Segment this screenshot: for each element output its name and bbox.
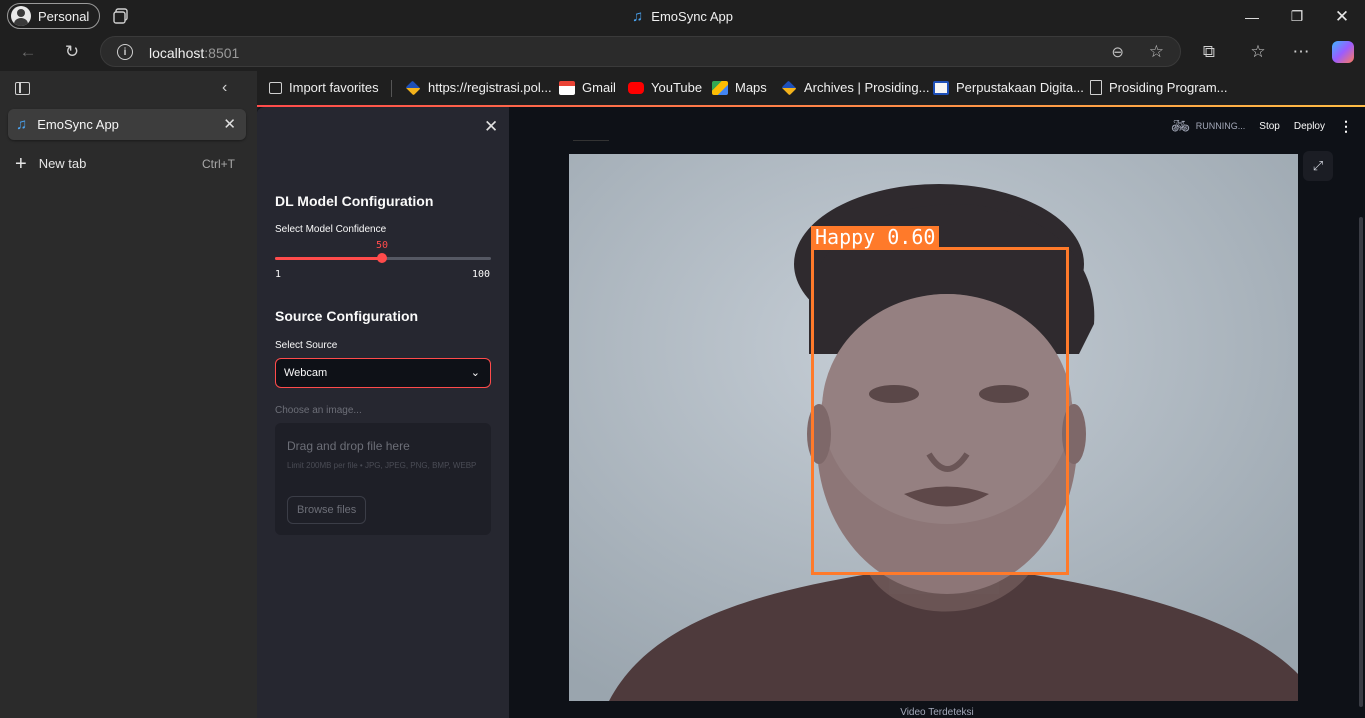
main-scrollbar[interactable] — [1359, 217, 1363, 707]
address-bar[interactable]: i localhost:8501 ⊖ ☆ — [100, 36, 1181, 67]
confidence-min: 1 — [275, 269, 282, 280]
app-main: 🚲︎ RUNNING... Stop Deploy ⋮ Happy 0.60 ⤢… — [509, 107, 1365, 718]
zoom-icon[interactable]: ⊖ — [1111, 43, 1124, 61]
more-menu-icon[interactable]: ⋯ — [1286, 37, 1316, 67]
favorite-import[interactable]: Import favorites — [269, 80, 379, 95]
back-button[interactable]: ← — [13, 37, 43, 67]
vertical-tabs-panel: ‹ ♫ EmoSync App ✕ + New tab Ctrl+T — [0, 71, 257, 718]
bicycle-icon: 🚲︎ — [1170, 118, 1190, 135]
app-status-bar: 🚲︎ RUNNING... Stop Deploy ⋮ — [1170, 117, 1353, 136]
extensions-icon[interactable]: ⧉ — [1194, 37, 1224, 67]
page-content: ✕ DL Model Configuration Select Model Co… — [257, 105, 1365, 718]
fullscreen-icon[interactable]: ⤢ — [1303, 151, 1333, 181]
stop-button[interactable]: Stop — [1259, 121, 1280, 132]
confidence-max: 100 — [472, 269, 491, 280]
choose-image-label: Choose an image... — [275, 405, 362, 416]
favorite-archives[interactable]: Archives | Prosiding... — [781, 80, 929, 95]
confidence-value: 50 — [376, 240, 389, 251]
plus-icon: + — [15, 152, 27, 175]
detection-box — [811, 247, 1069, 575]
slider-thumb[interactable] — [377, 253, 387, 263]
favorites-separator — [391, 80, 392, 97]
browser-toolbar: ← ↻ i localhost:8501 ⊖ ☆ ⧉ ☆ ⋯ — [0, 33, 1365, 71]
source-label: Select Source — [275, 340, 338, 351]
slider-fill — [275, 257, 382, 260]
youtube-icon — [628, 81, 644, 94]
file-dropzone[interactable]: Drag and drop file here Limit 200MB per … — [275, 423, 491, 535]
refresh-button[interactable]: ↻ — [57, 37, 87, 67]
title-bar: Personal ♫ EmoSync App — ❐ ✕ — [0, 0, 1365, 33]
app-sidebar: ✕ DL Model Configuration Select Model Co… — [257, 107, 509, 718]
close-sidebar-icon[interactable]: ✕ — [484, 117, 498, 137]
sidebar-toggle-icon[interactable] — [15, 82, 30, 95]
minimize-button[interactable]: — — [1229, 0, 1275, 33]
source-config-header: Source Configuration — [275, 308, 419, 324]
chevron-left-icon[interactable]: ‹ — [222, 79, 227, 97]
chevron-down-icon: ⌄ — [470, 367, 480, 379]
favorite-gmail[interactable]: Gmail — [559, 80, 616, 95]
document-icon — [1090, 80, 1102, 95]
new-tab-shortcut: Ctrl+T — [202, 156, 235, 171]
new-tab-label: New tab — [38, 156, 87, 171]
url-text[interactable]: localhost:8501 — [149, 45, 239, 61]
favorite-maps[interactable]: Maps — [712, 80, 767, 95]
source-selected-value: Webcam — [284, 367, 328, 379]
site-icon — [405, 80, 421, 95]
copilot-icon[interactable] — [1332, 41, 1354, 63]
running-indicator: 🚲︎ RUNNING... — [1170, 118, 1246, 135]
tab-title: EmoSync App — [37, 117, 119, 132]
favorites-bar: Import favorites https://registrasi.pol.… — [257, 71, 1365, 105]
confidence-slider[interactable] — [275, 253, 491, 263]
music-note-icon: ♫ — [632, 8, 644, 25]
browse-files-button[interactable]: Browse files — [287, 496, 367, 524]
dropzone-subtitle: Limit 200MB per file • JPG, JPEG, PNG, B… — [287, 461, 477, 470]
detection-label: Happy 0.60 — [811, 226, 940, 248]
library-icon — [933, 80, 949, 95]
window-title-text: EmoSync App — [651, 9, 733, 24]
webcam-frame: Happy 0.60 — [569, 154, 1298, 701]
deploy-button[interactable]: Deploy — [1294, 121, 1325, 132]
favorite-registrasi[interactable]: https://registrasi.pol... — [405, 80, 552, 95]
tab-emosync[interactable]: ♫ EmoSync App ✕ — [8, 109, 246, 140]
dropzone-title: Drag and drop file here — [287, 439, 410, 453]
favorites-icon[interactable]: ☆ — [1243, 37, 1273, 67]
info-icon[interactable]: i — [117, 44, 133, 60]
site-icon — [781, 80, 797, 95]
close-window-button[interactable]: ✕ — [1319, 0, 1365, 33]
model-config-header: DL Model Configuration — [275, 193, 434, 209]
video-caption: Video Terdeteksi — [900, 707, 974, 718]
favorite-perpustakaan[interactable]: Perpustakaan Digita... — [933, 80, 1084, 95]
import-icon — [269, 81, 282, 94]
restore-button[interactable]: ❐ — [1274, 0, 1320, 33]
new-tab-button[interactable]: + New tab Ctrl+T — [15, 152, 235, 175]
gmail-icon — [559, 80, 575, 95]
window-title: ♫ EmoSync App — [0, 8, 1365, 25]
main-menu-icon[interactable]: ⋮ — [1339, 118, 1353, 135]
favorite-prosiding[interactable]: Prosiding Program... — [1090, 80, 1228, 95]
music-note-icon: ♫ — [16, 116, 28, 133]
confidence-label: Select Model Confidence — [275, 224, 387, 235]
star-icon[interactable]: ☆ — [1149, 42, 1164, 62]
close-tab-icon[interactable]: ✕ — [223, 115, 236, 133]
divider — [573, 140, 609, 141]
source-select[interactable]: Webcam ⌄ — [275, 358, 491, 388]
maps-icon — [712, 80, 728, 95]
favorite-youtube[interactable]: YouTube — [628, 80, 702, 95]
